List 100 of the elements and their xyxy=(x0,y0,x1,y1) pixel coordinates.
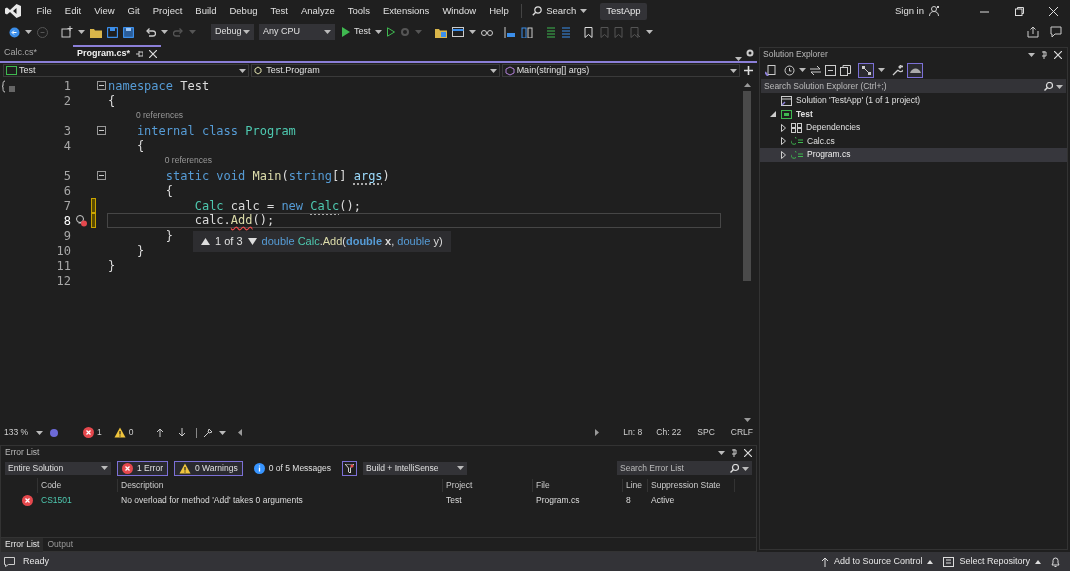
collapse-icon[interactable] xyxy=(97,171,106,180)
filter-toggle[interactable]: 0 of 5 Messages xyxy=(248,460,337,476)
close-icon[interactable] xyxy=(744,448,752,457)
collapse-all-icon[interactable] xyxy=(825,64,836,76)
caret-icon[interactable] xyxy=(374,30,382,34)
menu-item[interactable]: Tools xyxy=(341,3,377,19)
caret-icon[interactable] xyxy=(1028,52,1035,57)
zoom-dropdown[interactable]: 133 % xyxy=(4,426,44,439)
close-icon[interactable] xyxy=(1054,50,1062,59)
codelens-text[interactable]: 0 references xyxy=(164,154,212,167)
navigation-dropdown[interactable]: Test xyxy=(3,64,250,77)
column-indicator[interactable]: Ch: 22 xyxy=(656,426,682,439)
collapse-icon[interactable] xyxy=(97,126,106,135)
column-header[interactable]: Project xyxy=(443,479,533,492)
navigation-dropdown[interactable]: Test.Program xyxy=(251,64,500,77)
caret-icon[interactable] xyxy=(36,430,44,435)
view-toggle[interactable] xyxy=(858,62,874,78)
whitespace-indicator[interactable]: SPC xyxy=(697,426,715,439)
bookmark-icon[interactable] xyxy=(583,26,593,38)
navigation-dropdown[interactable]: Main(string[] args) xyxy=(501,64,740,77)
caret-icon[interactable] xyxy=(324,30,331,34)
outline-icon[interactable] xyxy=(2,80,16,93)
menu-item[interactable]: Extensions xyxy=(376,3,436,19)
menu-item[interactable]: Debug xyxy=(222,3,264,19)
configuration-dropdown[interactable]: Debug xyxy=(211,24,254,40)
app-logo-icon[interactable] xyxy=(5,3,21,19)
panel-tab[interactable]: Error List xyxy=(1,537,44,552)
panel-tab[interactable]: Output xyxy=(43,537,77,552)
horizontal-scrollbar[interactable] xyxy=(237,429,600,436)
search-button[interactable]: Search xyxy=(528,3,592,19)
notification-icon[interactable] xyxy=(4,556,15,567)
caret-icon[interactable] xyxy=(101,466,108,470)
menu-item[interactable]: Edit xyxy=(58,3,88,19)
menu-item[interactable]: File xyxy=(30,3,59,19)
scroll-down-icon[interactable] xyxy=(743,418,751,422)
save-all-icon[interactable] xyxy=(123,26,134,38)
feedback-icon[interactable] xyxy=(1050,26,1062,38)
align-left-icon[interactable] xyxy=(503,26,516,38)
tree-item[interactable]: Program.cs xyxy=(760,148,1067,162)
codelens-text[interactable]: 0 references xyxy=(135,109,184,122)
preview-toggle[interactable] xyxy=(907,62,923,78)
bell-icon[interactable] xyxy=(1051,556,1060,567)
status-bar-button[interactable]: Select Repository xyxy=(943,554,1041,569)
down-arrow-icon[interactable] xyxy=(177,428,186,437)
caret-icon[interactable] xyxy=(457,466,465,470)
new-item-icon[interactable] xyxy=(61,26,73,38)
search-field[interactable]: Search Solution Explorer (Ctrl+;) xyxy=(761,79,1066,93)
caret-icon[interactable] xyxy=(239,68,247,73)
collapse-icon[interactable] xyxy=(97,81,106,90)
caret-icon[interactable] xyxy=(161,30,168,34)
close-icon[interactable] xyxy=(1049,6,1058,16)
menu-item[interactable]: View xyxy=(87,3,122,19)
menu-item[interactable]: Build xyxy=(188,3,223,19)
column-header[interactable]: Suppression State xyxy=(648,479,735,492)
filter-toggle[interactable]: 0 Warnings xyxy=(174,460,243,476)
back-icon[interactable] xyxy=(9,26,20,38)
add-icon[interactable] xyxy=(744,66,753,75)
folder-icon[interactable] xyxy=(90,26,102,38)
caret-icon[interactable] xyxy=(25,30,32,34)
run-button[interactable]: Test xyxy=(342,25,382,39)
caret-icon[interactable] xyxy=(218,430,226,435)
account-icon[interactable] xyxy=(928,5,940,17)
tree-item[interactable]: Dependencies xyxy=(760,121,1067,135)
scroll-right-icon[interactable] xyxy=(595,429,600,436)
line-ending-indicator[interactable]: CRLF xyxy=(730,426,753,439)
tree-item[interactable]: Calc.cs xyxy=(760,134,1067,148)
editor-tab[interactable]: Program.cs* xyxy=(73,45,162,61)
line-indicator[interactable]: Ln: 8 xyxy=(623,426,643,439)
folder-icon[interactable] xyxy=(434,26,447,38)
menu-item[interactable]: Test xyxy=(263,3,295,19)
scroll-left-icon[interactable] xyxy=(237,429,242,436)
menu-item[interactable]: Project xyxy=(146,3,189,19)
menu-item[interactable]: Window xyxy=(435,3,483,19)
column-header[interactable]: Description xyxy=(118,479,443,492)
undo-icon[interactable] xyxy=(145,26,156,38)
copy-icon[interactable] xyxy=(840,64,851,76)
tree-item[interactable]: Solution 'TestApp' (1 of 1 project) xyxy=(760,94,1067,108)
sync-icon[interactable] xyxy=(810,65,821,75)
down-arrow-icon[interactable] xyxy=(247,238,257,245)
filter-button[interactable] xyxy=(342,460,358,476)
warning-count[interactable]: 0 xyxy=(113,426,134,439)
status-bar-button[interactable]: Add to Source Control xyxy=(820,554,934,569)
columns-icon[interactable] xyxy=(520,26,533,38)
play-outline-icon[interactable] xyxy=(386,27,395,37)
window-icon[interactable] xyxy=(451,26,464,38)
caret-icon[interactable] xyxy=(742,466,749,471)
close-icon[interactable] xyxy=(149,50,158,58)
caret-icon[interactable] xyxy=(878,68,885,72)
up-arrow-icon[interactable] xyxy=(155,428,164,437)
caret-icon[interactable] xyxy=(718,450,725,455)
filter-toggle[interactable]: 1 Error xyxy=(117,460,168,476)
menu-item[interactable]: Git xyxy=(121,3,147,19)
caret-icon[interactable] xyxy=(78,30,85,34)
solution-icon[interactable] xyxy=(765,64,776,76)
menu-item[interactable]: Help xyxy=(482,3,516,19)
share-icon[interactable] xyxy=(1027,26,1039,38)
expanded-icon[interactable] xyxy=(770,111,776,118)
caret-icon[interactable] xyxy=(1056,84,1063,89)
caret-icon[interactable] xyxy=(645,30,653,34)
scroll-up-icon[interactable] xyxy=(743,83,751,87)
